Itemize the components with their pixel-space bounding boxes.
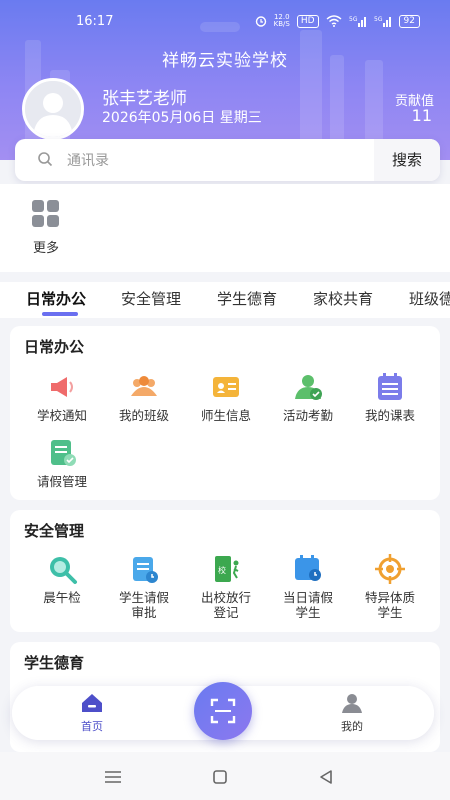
exit-release-item[interactable]: 校 出校放行 登记 xyxy=(183,552,269,620)
user-icon xyxy=(342,694,362,713)
safety-management-card: 安全管理 晨午检 学生请假 审批 校 出校放行 登记 当日请假 学生 特异体质 … xyxy=(10,510,440,632)
back-icon[interactable] xyxy=(318,769,334,785)
hd-badge: HD xyxy=(296,14,319,28)
more-grid-icon[interactable] xyxy=(32,200,62,228)
status-bar: 16:17 12.0 KB/S HD 5G 5G 92 xyxy=(0,10,450,34)
search-input[interactable]: 通讯录 xyxy=(67,150,109,170)
nav-me[interactable]: 我的 xyxy=(330,692,374,734)
daily-leave-students-item[interactable]: 当日请假 学生 xyxy=(265,552,351,620)
more-label[interactable]: 更多 xyxy=(33,237,59,256)
id-card-icon xyxy=(213,377,239,397)
tab-safety[interactable]: 安全管理 xyxy=(121,288,181,309)
svg-text:5G: 5G xyxy=(349,16,358,23)
status-icons: 12.0 KB/S HD 5G 5G 92 xyxy=(255,14,420,28)
scan-icon xyxy=(210,698,236,724)
svg-text:5G: 5G xyxy=(374,16,383,23)
section-title: 日常办公 xyxy=(24,338,85,356)
bottom-navigation: 首页 我的 xyxy=(12,682,434,740)
alarm-icon xyxy=(255,16,266,27)
quick-access: 更多 xyxy=(0,184,450,272)
tab-class[interactable]: 班级德 xyxy=(409,288,450,309)
tab-home-school[interactable]: 家校共育 xyxy=(313,288,373,309)
contribution-value: 11 xyxy=(411,106,432,125)
target-crosshair-icon xyxy=(375,554,405,584)
my-schedule-item[interactable]: 我的课表 xyxy=(347,370,433,423)
scan-button[interactable] xyxy=(194,682,252,740)
leave-document-icon xyxy=(51,440,76,466)
current-date: 2026年05月06日 星期三 xyxy=(102,110,262,126)
school-exit-icon: 校 xyxy=(215,556,239,582)
activity-attendance-item[interactable]: 活动考勤 xyxy=(265,370,351,423)
nav-home[interactable]: 首页 xyxy=(70,692,114,734)
special-constitution-item[interactable]: 特异体质 学生 xyxy=(347,552,433,620)
school-name: 祥畅云实验学校 xyxy=(162,51,288,71)
tab-moral-education[interactable]: 学生德育 xyxy=(217,288,277,309)
status-time: 16:17 xyxy=(76,14,114,29)
section-title: 安全管理 xyxy=(24,522,85,540)
teacher-student-info-item[interactable]: 师生信息 xyxy=(183,370,269,423)
school-notice-item[interactable]: 学校通知 xyxy=(19,370,105,423)
avatar[interactable] xyxy=(22,78,84,140)
student-leave-approval-item[interactable]: 学生请假 审批 xyxy=(101,552,187,620)
daily-office-card: 日常办公 学校通知 我的班级 师生信息 活动考勤 我的课表 请假管理 xyxy=(10,326,440,500)
wifi-icon xyxy=(326,15,342,27)
nav-home-label: 首页 xyxy=(81,720,103,733)
active-tab-indicator xyxy=(42,312,78,316)
search-button[interactable]: 搜索 xyxy=(374,139,440,181)
menu-icon[interactable] xyxy=(104,770,122,784)
section-title: 学生德育 xyxy=(24,654,85,672)
magnifier-check-icon xyxy=(50,557,77,584)
morning-check-item[interactable]: 晨午检 xyxy=(19,552,105,605)
megaphone-icon xyxy=(51,377,73,397)
search-bar[interactable]: 通讯录 搜索 xyxy=(15,139,440,181)
svg-text:校: 校 xyxy=(218,565,226,575)
battery-indicator: 92 xyxy=(398,14,420,28)
category-tabs: 日常办公 安全管理 学生德育 家校共育 班级德 xyxy=(0,282,450,318)
my-class-item[interactable]: 我的班级 xyxy=(101,370,187,423)
calendar-clock-icon xyxy=(295,555,321,581)
header: 16:17 12.0 KB/S HD 5G 5G 92 祥畅云实验学校 张丰艺老师… xyxy=(0,0,450,160)
network-speed: 12.0 KB/S xyxy=(273,13,290,28)
avatar-placeholder-icon xyxy=(25,81,81,137)
leave-approval-icon xyxy=(133,557,158,583)
signal-icon: 5G xyxy=(374,16,391,27)
people-group-icon xyxy=(131,376,157,396)
tab-daily-office[interactable]: 日常办公 xyxy=(26,288,86,309)
leave-management-item[interactable]: 请假管理 xyxy=(19,436,105,489)
attendance-check-icon xyxy=(295,375,322,400)
schedule-list-icon xyxy=(378,373,402,400)
system-navigation-bar xyxy=(0,752,450,800)
home-icon xyxy=(82,694,102,712)
nav-me-label: 我的 xyxy=(341,720,363,733)
teacher-name: 张丰艺老师 xyxy=(102,89,187,109)
home-square-icon[interactable] xyxy=(212,769,228,785)
signal-icon: 5G xyxy=(349,16,366,27)
search-icon xyxy=(38,152,53,167)
